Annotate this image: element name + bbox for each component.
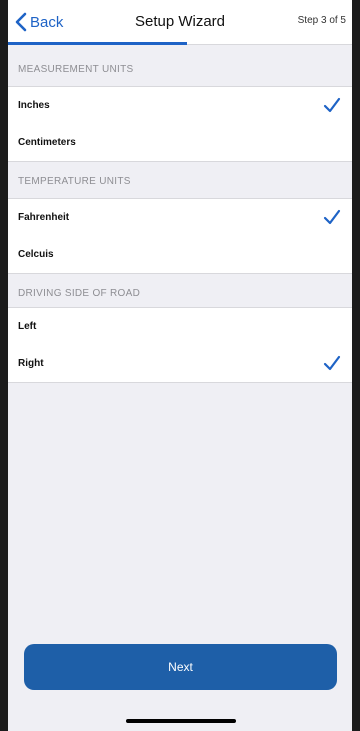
option-label: Inches bbox=[18, 100, 50, 111]
home-indicator bbox=[126, 719, 236, 723]
temperature-units-group: Fahrenheit Celcuis bbox=[8, 198, 352, 274]
screen: Back Setup Wizard Step 3 of 5 MEASUREMEN… bbox=[8, 0, 352, 731]
checkmark-icon bbox=[323, 97, 341, 113]
navigation-bar: Back Setup Wizard Step 3 of 5 bbox=[8, 0, 352, 45]
next-button[interactable]: Next bbox=[24, 644, 337, 690]
option-celsius[interactable]: Celcuis bbox=[8, 236, 352, 273]
option-right[interactable]: Right bbox=[8, 345, 352, 382]
option-centimeters[interactable]: Centimeters bbox=[8, 124, 352, 161]
progress-bar bbox=[8, 42, 187, 45]
option-label: Right bbox=[18, 358, 44, 369]
step-indicator: Step 3 of 5 bbox=[297, 15, 346, 26]
section-header-temperature-units: TEMPERATURE UNITS bbox=[18, 176, 131, 187]
option-label: Left bbox=[18, 321, 37, 332]
section-header-measurement-units: MEASUREMENT UNITS bbox=[18, 64, 134, 75]
option-label: Fahrenheit bbox=[18, 212, 70, 223]
checkmark-icon bbox=[323, 355, 341, 371]
option-fahrenheit[interactable]: Fahrenheit bbox=[8, 199, 352, 236]
driving-side-group: Left Right bbox=[8, 307, 352, 383]
option-label: Centimeters bbox=[18, 137, 76, 148]
measurement-units-group: Inches Centimeters bbox=[8, 86, 352, 162]
option-inches[interactable]: Inches bbox=[8, 87, 352, 124]
option-label: Celcuis bbox=[18, 249, 54, 260]
option-left[interactable]: Left bbox=[8, 308, 352, 345]
checkmark-icon bbox=[323, 209, 341, 225]
section-header-driving-side: DRIVING SIDE OF ROAD bbox=[18, 288, 141, 299]
